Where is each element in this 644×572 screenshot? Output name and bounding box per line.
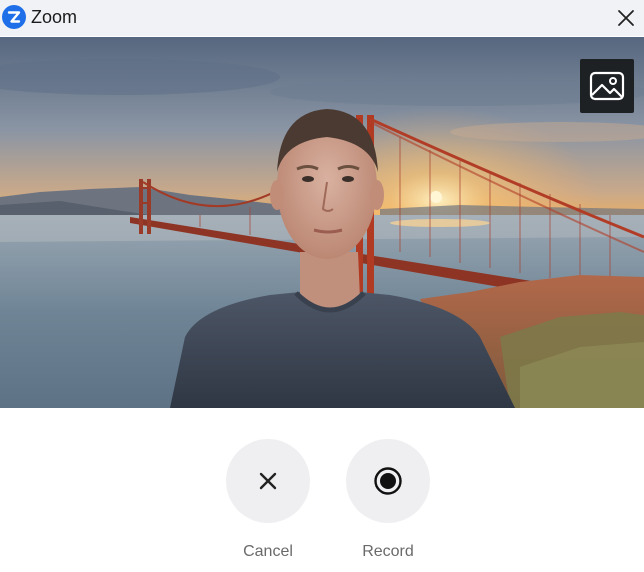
window-title: Zoom (31, 7, 78, 27)
image-icon (589, 71, 625, 101)
zoom-logo-icon (2, 5, 26, 29)
close-icon (618, 10, 634, 26)
title-bar: Zoom (0, 0, 644, 36)
cancel-button[interactable] (226, 439, 310, 523)
cancel-control: Cancel (225, 439, 311, 561)
controls-bar: Cancel Record (0, 408, 644, 572)
record-button[interactable] (346, 439, 430, 523)
close-window-button[interactable] (614, 6, 638, 30)
virtual-background-image (0, 37, 644, 408)
video-preview (0, 37, 644, 408)
record-control: Record (345, 439, 431, 561)
cancel-label: Cancel (243, 543, 293, 560)
change-background-button[interactable] (580, 59, 634, 113)
record-label: Record (362, 543, 414, 560)
zoom-window: Zoom Cancel Record (0, 0, 644, 572)
close-icon (259, 472, 277, 490)
record-icon (374, 467, 402, 495)
